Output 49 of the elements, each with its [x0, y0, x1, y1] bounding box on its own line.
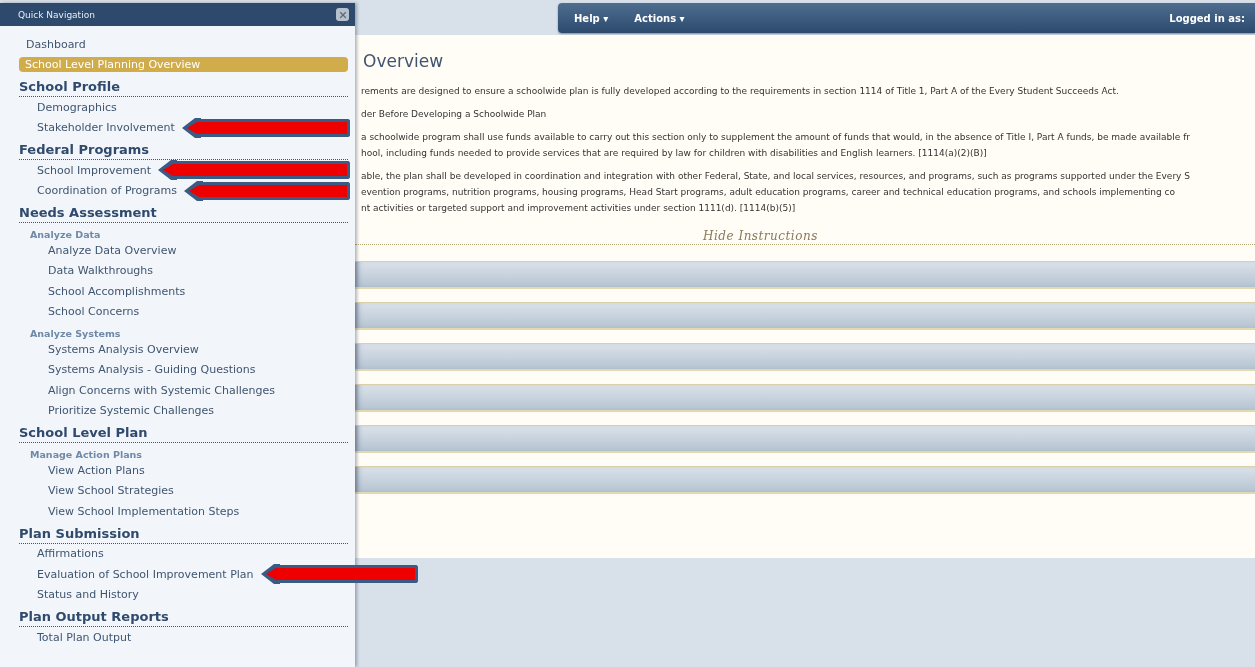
hide-instructions-link[interactable]: Hide Instructions	[703, 229, 818, 243]
close-button[interactable]	[336, 8, 349, 21]
section-heading: School Profile	[19, 75, 348, 97]
nav-link[interactable]: Systems Analysis - Guiding Questions	[48, 362, 256, 378]
instruction-text: evention programs, nutrition programs, housing programs, Head Start programs, adult education programs, career and technical education programs, and schools implementing co	[361, 186, 1177, 199]
nav-group-label: Analyze Systems	[30, 328, 122, 339]
nav-group-label: Manage Action Plans	[30, 449, 143, 460]
collapsed-section-bar[interactable]	[355, 302, 1255, 330]
nav-link[interactable]: Coordination of Programs	[37, 183, 178, 199]
nav-link[interactable]: School Improvement	[37, 162, 151, 178]
section-heading: Plan Submission	[19, 521, 348, 544]
nav-link[interactable]: Demographics	[37, 99, 117, 115]
section-heading: Needs Assessment	[19, 201, 348, 223]
nav-link[interactable]: Total Plan Output	[37, 629, 132, 645]
user-label: Logged in as:	[1169, 12, 1245, 24]
instruction-text: hool, including funds needed to provide services that are required by law for children with disabilities and English learners. [1114(a)(2)(B)]	[361, 147, 988, 160]
section-heading: School Level Plan	[19, 421, 348, 443]
nav-link[interactable]: Systems Analysis Overview	[48, 341, 199, 357]
nav-link[interactable]: Analyze Data Overview	[48, 242, 177, 258]
panel-title: Quick Navigation	[18, 9, 95, 20]
nav-link[interactable]: Align Concerns with Systemic Challenges	[48, 382, 275, 398]
nav-link[interactable]: Dashboard	[26, 36, 86, 52]
collapsed-section-bar[interactable]	[355, 384, 1255, 412]
nav-group-label: Analyze Data	[30, 229, 102, 240]
collapsed-section-bar[interactable]	[355, 343, 1255, 371]
nav-link[interactable]: School Accomplishments	[48, 283, 186, 299]
nav-link[interactable]: Stakeholder Involvement	[37, 120, 175, 136]
menu-button[interactable]: Actions ▾	[634, 12, 685, 24]
nav-link[interactable]: View School Strategies	[48, 483, 174, 499]
menu-button[interactable]: Help ▾	[574, 12, 609, 24]
nav-link[interactable]: Prioritize Systemic Challenges	[48, 403, 215, 419]
nav-link[interactable]: Status and History	[37, 587, 139, 603]
nav-link[interactable]: View School Implementation Steps	[48, 503, 240, 519]
instruction-text: rements are designed to ensure a schoolwide plan is fully developed according to the requirements in section 1114 of Title 1, Part A of the Every Student Succeeds Act.	[361, 85, 1120, 98]
section-heading: Federal Programs	[19, 138, 348, 160]
nav-link[interactable]: View Action Plans	[48, 462, 145, 478]
instruction-text: able, the plan shall be developed in coordination and integration with other Federal, State, and local services, resources, and programs, such as programs supported under the Every S	[361, 170, 1191, 183]
instruction-text: nt activities or targeted support and improvement activities under section 1111(d). [1114(b)(5)]	[361, 202, 797, 215]
instruction-text: a schoolwide program shall use funds available to carry out this section only to supplement the amount of funds that would, in the absence of Title I, Part A funds, be made available fr	[361, 131, 1192, 144]
nav-link[interactable]: School Concerns	[48, 304, 140, 320]
collapsed-section-bar[interactable]	[355, 466, 1255, 494]
section-heading: Plan Output Reports	[19, 605, 348, 627]
page-title: Overview	[363, 51, 445, 71]
collapsed-section-bar[interactable]	[355, 425, 1255, 453]
nav-link[interactable]: Affirmations	[37, 546, 104, 562]
nav-link[interactable]: Data Walkthroughs	[48, 263, 154, 279]
nav-link[interactable]: Evaluation of School Improvement Plan	[37, 566, 254, 582]
collapsed-section-bar[interactable]	[355, 261, 1255, 289]
instruction-text: der Before Developing a Schoolwide Plan	[361, 108, 548, 121]
